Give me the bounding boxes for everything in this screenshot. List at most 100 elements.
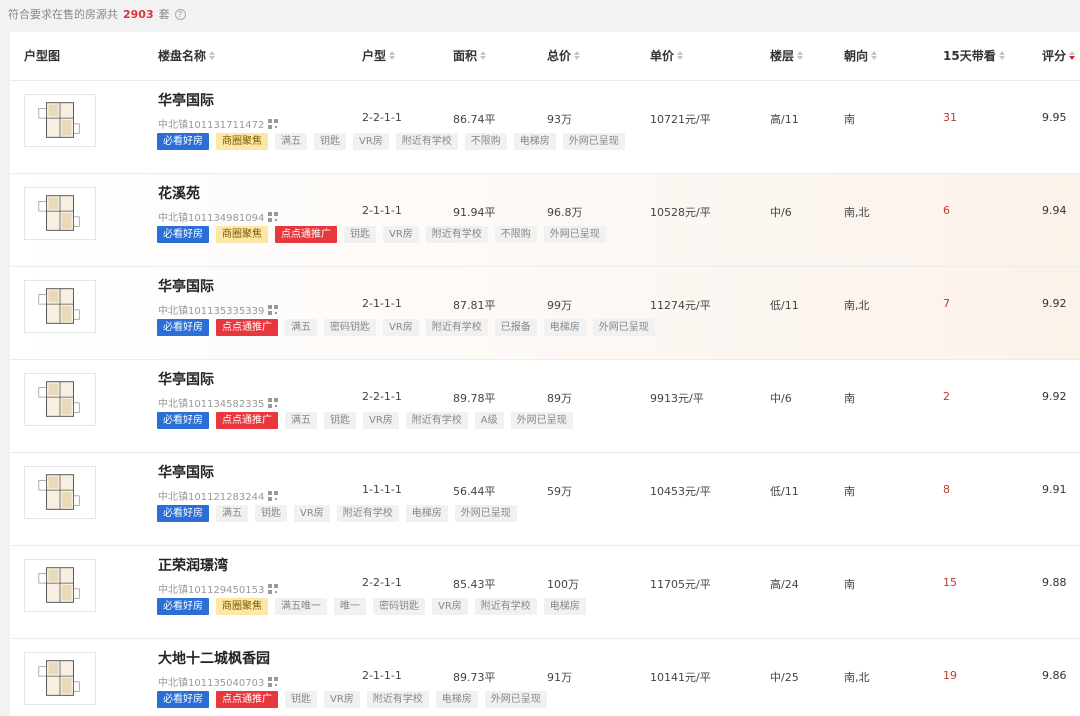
total-price-cell: 96.8万 <box>547 206 583 219</box>
layout-cell: 2-1-1-1 <box>362 669 402 682</box>
listing-tag: 点点通推广 <box>275 226 337 243</box>
header-score[interactable]: 评分 <box>1042 47 1076 64</box>
listing-tag: 外网已呈现 <box>543 226 606 243</box>
sort-icon[interactable] <box>574 51 581 60</box>
listing-tag: 已报备 <box>494 319 537 336</box>
qr-code-icon[interactable] <box>268 211 279 222</box>
listing-tag: VR房 <box>324 691 360 708</box>
table-row[interactable]: 华亭国际 中北镇101134582335 必看好房 点点通推广 满五 钥匙 VR房 附近有… <box>10 359 1080 452</box>
unit-price-cell: 10141元/平 <box>650 671 711 684</box>
property-name[interactable]: 花溪苑 <box>158 183 200 203</box>
layout-cell: 2-2-1-1 <box>362 576 402 589</box>
qr-code-icon[interactable] <box>268 118 279 129</box>
header-name[interactable]: 楼盘名称 <box>158 47 216 64</box>
sort-icon[interactable] <box>998 51 1005 60</box>
listing-tag: 满五 <box>275 133 307 150</box>
tag-list: 必看好房 点点通推广 钥匙 VR房 附近有学校 电梯房 外网已呈现 <box>157 691 547 708</box>
listing-tag: 必看好房 <box>157 133 209 150</box>
total-price-cell: 91万 <box>547 671 572 684</box>
header-layout[interactable]: 户型 <box>362 47 396 64</box>
qr-code-icon[interactable] <box>268 397 279 408</box>
listing-tag: 不限购 <box>494 226 537 243</box>
floorplan-thumbnail[interactable] <box>24 652 96 705</box>
floor-cell: 中/6 <box>770 392 792 405</box>
help-icon[interactable]: ? <box>174 8 186 20</box>
table-row[interactable]: 华亭国际 中北镇101131711472 必看好房 商圈聚焦 满五 钥匙 VR房 附近有学… <box>10 80 1080 173</box>
header-floor[interactable]: 楼层 <box>770 47 804 64</box>
floor-cell: 中/6 <box>770 206 792 219</box>
header-unit-price[interactable]: 单价 <box>650 47 684 64</box>
area-cell: 86.74平 <box>453 113 496 126</box>
listing-tag: 商圈聚焦 <box>216 226 268 243</box>
listing-tag: A级 <box>474 412 504 429</box>
floorplan-thumbnail[interactable] <box>24 94 96 147</box>
header-views[interactable]: 15天带看 <box>943 47 1005 64</box>
floorplan-thumbnail[interactable] <box>24 280 96 333</box>
sort-icon[interactable] <box>209 51 216 60</box>
listing-tag: 电梯房 <box>543 319 586 336</box>
listing-tag: 满五 <box>285 412 317 429</box>
listing-tag: 钥匙 <box>285 691 317 708</box>
listing-tag: 电梯房 <box>435 691 478 708</box>
property-name[interactable]: 华亭国际 <box>158 90 214 110</box>
table-row[interactable]: 花溪苑 中北镇101134981094 必看好房 商圈聚焦 点点通推广 钥匙 VR房 附近… <box>10 173 1080 266</box>
table-row[interactable]: 大地十二城枫香园 中北镇101135040703 必看好房 点点通推广 钥匙 VR房附… <box>10 638 1080 716</box>
sort-icon[interactable] <box>1069 51 1076 60</box>
tag-list: 必看好房 商圈聚焦 点点通推广 钥匙 VR房 附近有学校 不限购 外网已呈现 <box>157 226 606 243</box>
qr-code-icon[interactable] <box>268 583 279 594</box>
table-row[interactable]: 正荣润璟湾 中北镇101129450153 必看好房 商圈聚焦 满五唯一 唯一 密码钥匙… <box>10 545 1080 638</box>
listing-tag: 满五 <box>216 505 248 522</box>
unit-price-cell: 11705元/平 <box>650 578 711 591</box>
floorplan-icon <box>38 381 80 417</box>
header-orientation[interactable]: 朝向 <box>844 47 878 64</box>
listing-tag: 必看好房 <box>157 505 209 522</box>
floorplan-thumbnail[interactable] <box>24 373 96 426</box>
qr-code-icon[interactable] <box>268 304 279 315</box>
listing-tag: 附近有学校 <box>474 598 537 615</box>
unit-price-cell: 9913元/平 <box>650 392 704 405</box>
floorplan-thumbnail[interactable] <box>24 187 96 240</box>
listing-tag: 电梯房 <box>513 133 556 150</box>
listing-tag: 必看好房 <box>157 691 209 708</box>
floorplan-thumbnail[interactable] <box>24 559 96 612</box>
property-name[interactable]: 华亭国际 <box>158 462 214 482</box>
sort-icon[interactable] <box>797 51 804 60</box>
listing-tag: 附近有学校 <box>425 226 488 243</box>
listing-tag: 不限购 <box>464 133 507 150</box>
orientation-cell: 南 <box>844 113 855 126</box>
layout-cell: 2-2-1-1 <box>362 390 402 403</box>
qr-code-icon[interactable] <box>268 490 279 501</box>
sort-icon[interactable] <box>389 51 396 60</box>
listing-tag: 必看好房 <box>157 412 209 429</box>
header-floorplan: 户型图 <box>24 49 61 63</box>
header-area[interactable]: 面积 <box>453 47 487 64</box>
sort-icon[interactable] <box>677 51 684 60</box>
orientation-cell: 南 <box>844 578 855 591</box>
listing-tag: 附近有学校 <box>336 505 399 522</box>
table-row[interactable]: 华亭国际 中北镇101135335339 必看好房 点点通推广 满五 密码钥匙 VR房附… <box>10 266 1080 359</box>
layout-cell: 2-2-1-1 <box>362 111 402 124</box>
table-row[interactable]: 华亭国际 中北镇101121283244 必看好房 满五 钥匙 VR房 附近有学校 电梯房… <box>10 452 1080 545</box>
views-cell: 7 <box>943 297 950 310</box>
listing-code: 中北镇101131711472 <box>158 116 279 131</box>
property-name[interactable]: 华亭国际 <box>158 369 214 389</box>
listing-tag: 电梯房 <box>543 598 586 615</box>
listing-table: 户型图 楼盘名称 户型 面积 总价 单价 楼层 朝向 15天带看 评分 华亭国际… <box>10 32 1080 716</box>
qr-code-icon[interactable] <box>268 676 279 687</box>
floor-cell: 高/24 <box>770 578 799 591</box>
listing-code: 中北镇101134582335 <box>158 395 279 410</box>
property-name[interactable]: 大地十二城枫香园 <box>158 648 270 668</box>
listing-tag: 点点通推广 <box>216 691 278 708</box>
sort-icon[interactable] <box>480 51 487 60</box>
listing-tag: 满五唯一 <box>275 598 327 615</box>
sort-icon[interactable] <box>871 51 878 60</box>
views-cell: 6 <box>943 204 950 217</box>
header-total-price[interactable]: 总价 <box>547 47 581 64</box>
unit-price-cell: 11274元/平 <box>650 299 711 312</box>
listing-tag: VR房 <box>432 598 468 615</box>
floorplan-thumbnail[interactable] <box>24 466 96 519</box>
floor-cell: 高/11 <box>770 113 799 126</box>
listing-tag: VR房 <box>363 412 399 429</box>
property-name[interactable]: 正荣润璟湾 <box>158 555 228 575</box>
property-name[interactable]: 华亭国际 <box>158 276 214 296</box>
